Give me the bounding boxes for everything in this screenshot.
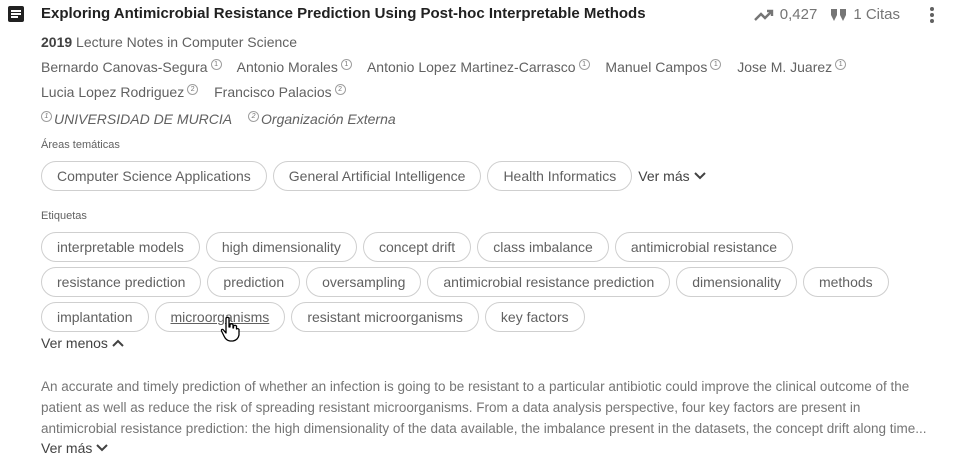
affiliations: 1 UNIVERSIDAD DE MURCIA 2 Organización Ext… bbox=[41, 111, 408, 127]
affiliation[interactable]: 1 UNIVERSIDAD DE MURCIA bbox=[41, 111, 232, 127]
show-more-areas-button[interactable]: Ver más bbox=[638, 168, 706, 184]
trending-up-icon bbox=[753, 8, 774, 22]
area-chip[interactable]: General Artificial Intelligence bbox=[272, 161, 482, 191]
document-icon bbox=[8, 6, 24, 22]
tags-label: Etiquetas bbox=[41, 210, 87, 222]
authors-line-2: Lucia Lopez Rodriguez 2 Francisco Palacio… bbox=[41, 84, 358, 100]
tag-chip[interactable]: class imbalance bbox=[477, 232, 609, 262]
tag-chip[interactable]: resistance prediction bbox=[41, 267, 202, 297]
area-chip[interactable]: Health Informatics bbox=[487, 161, 633, 191]
publication-title[interactable]: Exploring Antimicrobial Resistance Predi… bbox=[41, 5, 646, 22]
abstract-line: antimicrobial resistance prediction: the… bbox=[41, 421, 927, 436]
chevron-down-icon bbox=[693, 172, 706, 180]
tag-chip[interactable]: key factors bbox=[484, 302, 585, 332]
tags-row-2: resistance prediction prediction oversam… bbox=[41, 267, 889, 297]
tag-chip[interactable]: resistant microorganisms bbox=[291, 302, 479, 332]
abstract-line: An accurate and timely prediction of whe… bbox=[41, 379, 910, 394]
publication-year: 2019 bbox=[41, 34, 73, 50]
areas-label: Áreas temáticas bbox=[41, 139, 120, 151]
publication-venue: Lecture Notes in Computer Science bbox=[76, 34, 298, 50]
tag-chip[interactable]: interpretable models bbox=[41, 232, 200, 262]
chevron-down-icon bbox=[96, 444, 109, 452]
affiliation[interactable]: 2 Organización Externa bbox=[248, 111, 396, 127]
author[interactable]: Bernardo Canovas-Segura 1 bbox=[41, 59, 222, 75]
abstract: An accurate and timely prediction of whe… bbox=[41, 376, 946, 439]
tag-chip[interactable]: oversampling bbox=[306, 267, 422, 297]
tag-chip[interactable]: methods bbox=[802, 267, 889, 297]
quote-icon bbox=[831, 8, 847, 21]
citations-count[interactable]: 1 Citas bbox=[853, 6, 900, 23]
tag-chip[interactable]: implantation bbox=[41, 302, 149, 332]
publication-info: 2019 Lecture Notes in Computer Science bbox=[41, 34, 297, 50]
abstract-line: patient as well as reduce the risk of sp… bbox=[41, 400, 861, 415]
tag-chip[interactable]: antimicrobial resistance prediction bbox=[427, 267, 671, 297]
author[interactable]: Francisco Palacios 2 bbox=[214, 84, 346, 100]
area-chip[interactable]: Computer Science Applications bbox=[41, 161, 267, 191]
show-more-abstract-button[interactable]: Ver más bbox=[41, 440, 109, 456]
tag-chip[interactable]: concept drift bbox=[362, 232, 472, 262]
author[interactable]: Antonio Lopez Martinez-Carrasco 1 bbox=[367, 59, 590, 75]
tag-chip[interactable]: antimicrobial resistance bbox=[614, 232, 794, 262]
impact-score: 0,427 bbox=[779, 6, 818, 23]
areas-chips: Computer Science Applications General Ar… bbox=[41, 161, 706, 191]
tag-chip[interactable]: prediction bbox=[207, 267, 301, 297]
tags-row-1: interpretable models high dimensionality… bbox=[41, 232, 794, 262]
authors-line-1: Bernardo Canovas-Segura 1 Antonio Morales… bbox=[41, 59, 858, 75]
author[interactable]: Manuel Campos 1 bbox=[605, 59, 722, 75]
show-less-tags-button[interactable]: Ver menos bbox=[41, 335, 124, 351]
author[interactable]: Jose M. Juarez 1 bbox=[737, 59, 847, 75]
author[interactable]: Lucia Lopez Rodriguez 2 bbox=[41, 84, 199, 100]
tags-row-3: implantation microorganisms resistant mi… bbox=[41, 302, 585, 332]
author[interactable]: Antonio Morales 1 bbox=[237, 59, 352, 75]
tag-chip[interactable]: high dimensionality bbox=[205, 232, 357, 262]
tag-chip[interactable]: dimensionality bbox=[676, 267, 797, 297]
hand-cursor-icon bbox=[220, 316, 240, 342]
metrics: 0,427 1 Citas bbox=[753, 6, 900, 23]
chevron-up-icon bbox=[112, 339, 124, 347]
more-vert-icon[interactable] bbox=[924, 5, 940, 25]
